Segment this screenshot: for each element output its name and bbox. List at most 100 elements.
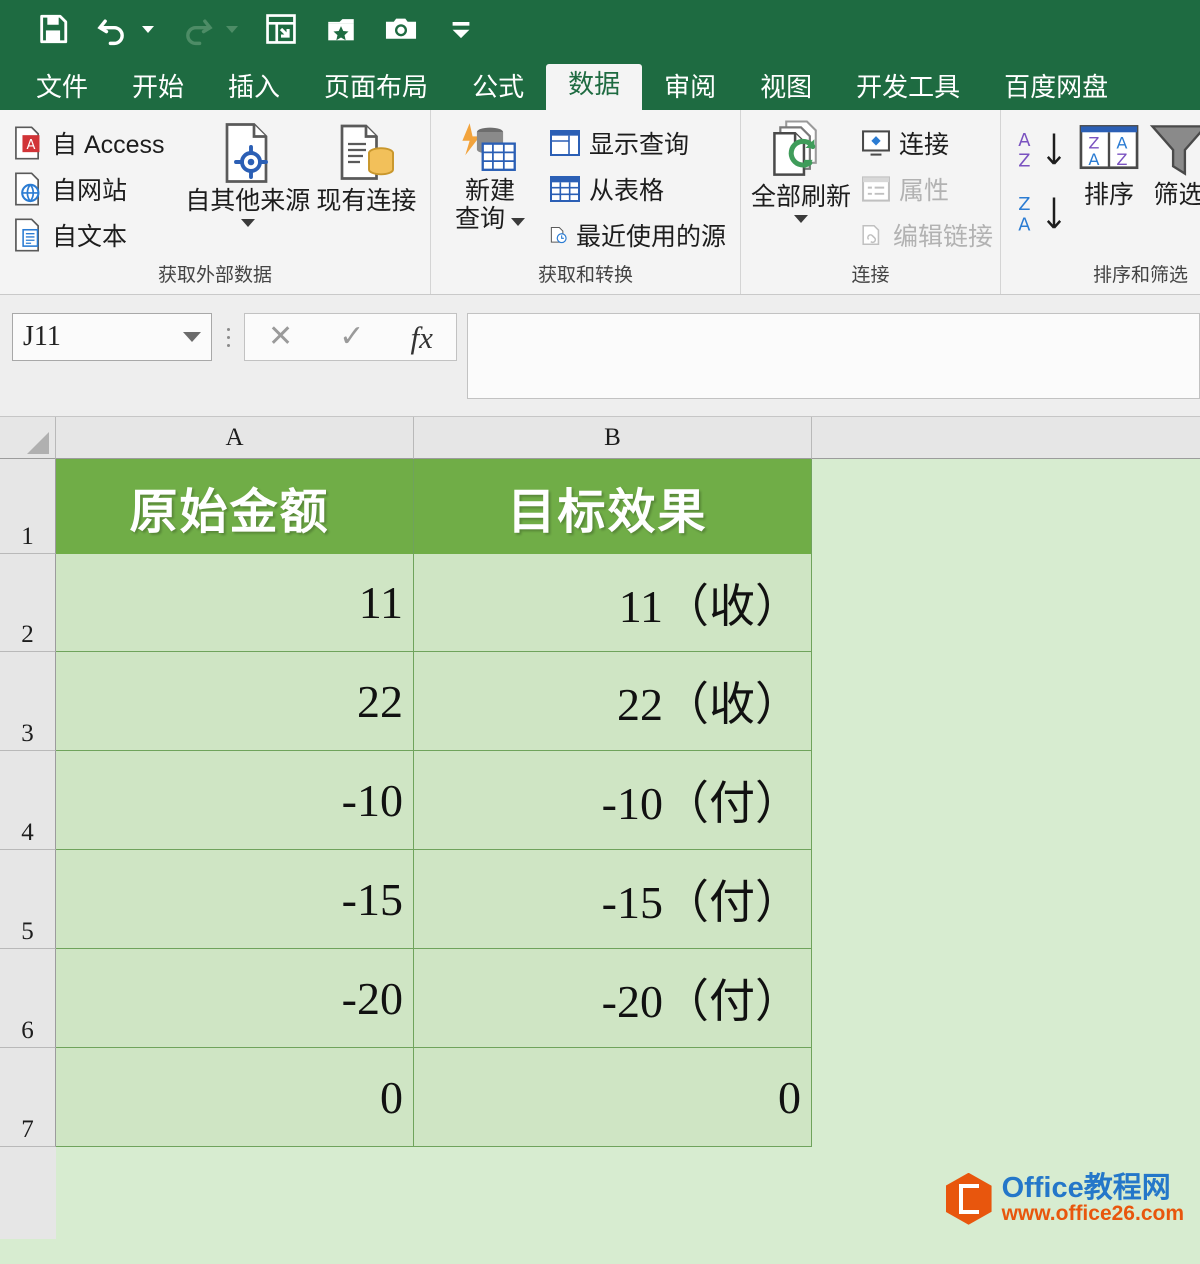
from-table-button[interactable]: 从表格 bbox=[545, 166, 730, 212]
ribbon-group-title-sort-and-filter: 排序和筛选 bbox=[1092, 265, 1188, 286]
new-query-caret-icon[interactable] bbox=[511, 218, 525, 227]
filter-button[interactable]: 筛选 bbox=[1147, 118, 1200, 208]
tab-home[interactable]: 开始 bbox=[110, 67, 206, 110]
from-access-button[interactable]: A 自 Access bbox=[10, 120, 183, 166]
row-header-5[interactable]: 5 bbox=[0, 850, 56, 949]
tab-review[interactable]: 审阅 bbox=[642, 67, 738, 110]
name-box-chevron-down-icon[interactable] bbox=[183, 332, 201, 342]
row-header-7[interactable]: 7 bbox=[0, 1048, 56, 1147]
tab-view[interactable]: 视图 bbox=[738, 67, 834, 110]
from-other-sources-button[interactable]: 自其他来源 bbox=[185, 118, 310, 228]
sheet-row-4: -10 -10（付） bbox=[56, 751, 1200, 850]
favorites-icon[interactable] bbox=[324, 12, 358, 46]
svg-text:A: A bbox=[1088, 150, 1099, 169]
cell-b6[interactable]: -20（付） bbox=[414, 949, 812, 1048]
accept-formula-icon[interactable]: ✓ bbox=[339, 322, 364, 352]
cell-b2[interactable]: 11（收） bbox=[414, 554, 812, 652]
column-header-rest[interactable] bbox=[812, 417, 1200, 459]
cell-b7[interactable]: 0 bbox=[414, 1048, 812, 1147]
tab-baidu-netdisk[interactable]: 百度网盘 bbox=[982, 67, 1130, 110]
cell-area: 原始金额 目标效果 11 11（收） 22 22（收） -10 -10（付） -… bbox=[56, 459, 1200, 1239]
show-queries-button[interactable]: 显示查询 bbox=[545, 120, 730, 166]
from-table-label: 从表格 bbox=[589, 177, 665, 205]
cell-b5[interactable]: -15（付） bbox=[414, 850, 812, 949]
cell-a3[interactable]: 22 bbox=[56, 652, 414, 751]
column-header-a[interactable]: A bbox=[56, 417, 414, 459]
tab-insert[interactable]: 插入 bbox=[206, 67, 302, 110]
from-text-icon bbox=[15, 218, 40, 252]
select-all-corner[interactable] bbox=[0, 417, 56, 459]
tab-data[interactable]: 数据 bbox=[546, 64, 643, 110]
sort-dialog-icon: Z A A Z bbox=[1079, 125, 1139, 170]
quick-access-toolbar bbox=[0, 0, 1200, 58]
export-table-icon[interactable] bbox=[264, 12, 298, 46]
grid-body: 1 2 3 4 5 6 7 原始金额 目标效果 11 11（收） 22 22（收… bbox=[0, 459, 1200, 1239]
recent-sources-icon bbox=[550, 226, 567, 244]
from-text-button[interactable]: 自文本 bbox=[10, 212, 183, 258]
from-web-button[interactable]: 自网站 bbox=[10, 166, 183, 212]
connections-label: 连接 bbox=[899, 131, 950, 159]
recent-sources-label: 最近使用的源 bbox=[575, 223, 726, 251]
svg-text:Z: Z bbox=[1018, 151, 1030, 172]
sort-descending-icon[interactable]: Z A bbox=[1015, 192, 1071, 236]
cell-a6[interactable]: -20 bbox=[56, 949, 414, 1048]
watermark-title: Office教程网 bbox=[1001, 1171, 1171, 1204]
watermark-url: www.office26.com bbox=[1001, 1201, 1184, 1225]
cell-a1[interactable]: 原始金额 bbox=[56, 459, 414, 554]
edit-links-button: 编辑链接 bbox=[857, 212, 997, 258]
name-box-value: J11 bbox=[23, 321, 61, 352]
customize-qat-icon[interactable] bbox=[444, 12, 478, 46]
row-header-2[interactable]: 2 bbox=[0, 554, 56, 652]
undo-dropdown-caret-icon[interactable] bbox=[142, 25, 154, 33]
tab-developer[interactable]: 开发工具 bbox=[834, 67, 982, 110]
filter-icon bbox=[1149, 125, 1200, 176]
column-header-b[interactable]: B bbox=[414, 417, 812, 459]
existing-connections-button[interactable]: 现有连接 bbox=[313, 118, 420, 214]
from-other-sources-caret-icon[interactable] bbox=[240, 219, 255, 228]
sort-label: 排序 bbox=[1084, 181, 1135, 209]
row-header-3[interactable]: 3 bbox=[0, 652, 56, 751]
cell-a2[interactable]: 11 bbox=[56, 554, 414, 652]
redo-dropdown-caret-icon bbox=[226, 25, 238, 33]
tab-file[interactable]: 文件 bbox=[14, 67, 110, 110]
svg-text:A: A bbox=[1018, 215, 1031, 236]
sheet-row-2: 11 11（收） bbox=[56, 554, 1200, 652]
undo-icon[interactable] bbox=[96, 12, 130, 46]
edit-links-icon bbox=[862, 224, 880, 246]
sort-ascending-icon[interactable]: A Z bbox=[1015, 128, 1071, 172]
cell-a5[interactable]: -15 bbox=[56, 850, 414, 949]
cell-b1[interactable]: 目标效果 bbox=[414, 459, 812, 554]
refresh-all-button[interactable]: 全部刷新 bbox=[751, 118, 852, 224]
row-header-4[interactable]: 4 bbox=[0, 751, 56, 850]
name-box[interactable]: J11 bbox=[12, 313, 212, 361]
cell-b3[interactable]: 22（收） bbox=[414, 652, 812, 751]
connections-button[interactable]: 连接 bbox=[857, 120, 997, 166]
tab-page-layout[interactable]: 页面布局 bbox=[302, 67, 450, 110]
ribbon-tab-bar: 文件 开始 插入 页面布局 公式 数据 审阅 视图 开发工具 百度网盘 bbox=[0, 58, 1200, 110]
row-header-6[interactable]: 6 bbox=[0, 949, 56, 1048]
new-query-button[interactable]: 新建 查询 bbox=[441, 118, 539, 233]
worksheet-grid: A B 1 2 3 4 5 6 7 原始金额 目标效果 11 11（收） 22 … bbox=[0, 417, 1200, 1239]
refresh-all-label: 全部刷新 bbox=[751, 183, 852, 211]
cancel-formula-icon[interactable]: ✕ bbox=[268, 322, 293, 352]
sheet-row-7: 0 0 bbox=[56, 1048, 1200, 1147]
camera-icon[interactable] bbox=[384, 12, 418, 46]
save-icon[interactable] bbox=[36, 12, 70, 46]
insert-function-icon[interactable]: fx bbox=[411, 322, 433, 353]
column-header-row: A B bbox=[0, 417, 1200, 459]
refresh-all-caret-icon[interactable] bbox=[794, 215, 808, 224]
from-access-label: 自 Access bbox=[52, 131, 165, 159]
tab-formulas[interactable]: 公式 bbox=[450, 67, 546, 110]
svg-text:A: A bbox=[1018, 130, 1031, 151]
cell-a7[interactable]: 0 bbox=[56, 1048, 414, 1147]
sheet-row-6: -20 -20（付） bbox=[56, 949, 1200, 1048]
formula-input[interactable] bbox=[467, 313, 1200, 399]
redo-icon bbox=[180, 12, 214, 46]
recent-sources-button[interactable]: 最近使用的源 bbox=[545, 212, 730, 258]
refresh-all-icon bbox=[773, 120, 817, 176]
row-header-1[interactable]: 1 bbox=[0, 459, 56, 554]
from-other-sources-icon bbox=[225, 123, 268, 183]
cell-b4[interactable]: -10（付） bbox=[414, 751, 812, 850]
cell-a4[interactable]: -10 bbox=[56, 751, 414, 850]
sort-button[interactable]: Z A A Z 排序 bbox=[1077, 118, 1141, 208]
